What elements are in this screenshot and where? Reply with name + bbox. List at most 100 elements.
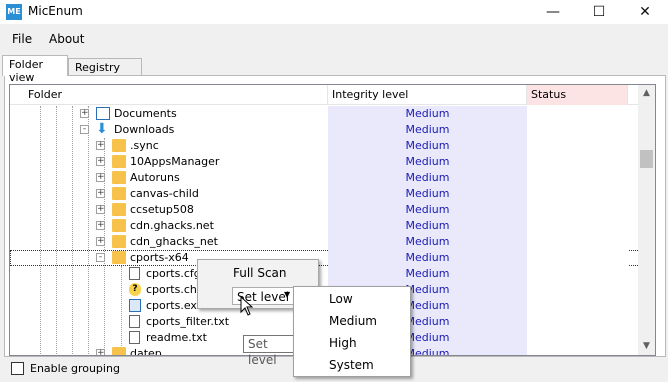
tree-row[interactable]: + cdn.ghacks.net Medium	[10, 218, 640, 234]
tab-strip: Folder view Registry view	[0, 54, 668, 87]
mouse-pointer-icon	[240, 296, 254, 316]
chevron-down-icon: ▼	[284, 290, 291, 299]
row-name: canvas-child	[130, 187, 199, 200]
folder-icon	[112, 139, 126, 152]
tree-row[interactable]: + ccsetup508 Medium	[10, 202, 640, 218]
row-name: readme.txt	[146, 331, 207, 344]
menu-bar: File About	[0, 26, 668, 52]
title-bar: ME MicEnum — ☐ ✕	[0, 0, 668, 24]
row-name: 10AppsManager	[130, 155, 220, 168]
tree-row[interactable]: + Autoruns Medium	[10, 170, 640, 186]
row-status	[527, 282, 628, 298]
row-status	[527, 202, 628, 218]
row-name: Downloads	[114, 123, 175, 136]
collapse-icon[interactable]: -	[96, 253, 105, 262]
row-name: ccsetup508	[130, 203, 194, 216]
row-status	[527, 154, 628, 170]
tab-folder-view[interactable]: Folder view	[2, 55, 68, 84]
row-name: datep	[130, 347, 162, 356]
text-file-icon	[129, 331, 140, 344]
tree-row[interactable]: + Documents Medium	[10, 106, 640, 122]
file-icon	[129, 267, 140, 280]
folder-icon	[112, 171, 126, 184]
folder-icon	[112, 219, 126, 232]
row-integrity: Medium	[328, 202, 527, 218]
expand-icon[interactable]: +	[96, 173, 105, 182]
folder-icon	[112, 155, 126, 168]
tree-row-selected[interactable]: - cports-x64 Medium	[10, 250, 640, 266]
close-icon[interactable]: ✕	[622, 0, 668, 24]
row-integrity: Medium	[328, 170, 527, 186]
exe-icon	[129, 299, 141, 312]
maximize-icon[interactable]: ☐	[576, 0, 622, 24]
row-status	[527, 298, 628, 314]
level-option-low[interactable]: Low	[329, 292, 353, 306]
folder-icon	[112, 251, 126, 264]
column-header: Folder Integrity level Status	[10, 85, 640, 105]
level-option-high[interactable]: High	[329, 336, 357, 350]
row-name: .sync	[130, 139, 159, 152]
scroll-up-icon[interactable]: ▲	[638, 85, 655, 102]
row-status	[527, 138, 628, 154]
expand-icon[interactable]: +	[96, 157, 105, 166]
text-file-icon	[129, 315, 140, 328]
menu-file[interactable]: File	[12, 32, 32, 46]
menu-item-full-scan[interactable]: Full Scan	[233, 266, 287, 280]
row-status	[527, 266, 628, 282]
level-option-medium[interactable]: Medium	[329, 314, 377, 328]
help-file-icon: ?	[129, 283, 141, 296]
collapse-icon[interactable]: -	[80, 125, 89, 134]
row-status	[527, 250, 628, 266]
folder-icon	[112, 187, 126, 200]
tree-row[interactable]: cports.cfg Medium	[10, 266, 640, 282]
expand-icon[interactable]: +	[96, 205, 105, 214]
scroll-thumb[interactable]	[640, 150, 653, 168]
scroll-down-icon[interactable]: ▼	[638, 338, 655, 355]
column-folder[interactable]: Folder	[24, 85, 328, 105]
enable-grouping-checkbox[interactable]	[11, 362, 24, 375]
column-integrity-level[interactable]: Integrity level	[328, 85, 527, 105]
expand-icon[interactable]: +	[96, 237, 105, 246]
row-name: cdn.ghacks.net	[130, 219, 214, 232]
tree-row[interactable]: - ⬇ Downloads Medium	[10, 122, 640, 138]
expand-icon[interactable]: +	[96, 221, 105, 230]
row-integrity: Medium	[328, 138, 527, 154]
tooltip: Set level	[243, 335, 295, 367]
row-name: Documents	[114, 107, 177, 120]
expand-icon[interactable]: +	[96, 141, 105, 150]
expand-icon[interactable]: +	[96, 349, 105, 355]
minimize-icon[interactable]: —	[530, 0, 576, 24]
tree-row[interactable]: + .sync Medium	[10, 138, 640, 154]
folder-icon	[112, 347, 126, 355]
row-name: cports_filter.txt	[146, 315, 230, 328]
row-status	[527, 330, 628, 346]
column-status[interactable]: Status	[527, 85, 628, 105]
document-icon	[96, 107, 110, 120]
row-status	[527, 170, 628, 186]
row-integrity: Medium	[328, 266, 527, 282]
row-status	[527, 234, 628, 250]
tab-registry-view[interactable]: Registry view	[68, 58, 142, 87]
row-integrity: Medium	[328, 186, 527, 202]
row-name: cports.cfg	[146, 267, 201, 280]
vertical-scrollbar[interactable]: ▲ ▼	[638, 85, 655, 355]
row-status	[527, 218, 628, 234]
tree-row[interactable]: + 10AppsManager Medium	[10, 154, 640, 170]
tree-row[interactable]: + canvas-child Medium	[10, 186, 640, 202]
row-integrity: Medium	[328, 234, 527, 250]
row-integrity: Medium	[328, 122, 527, 138]
app-icon: ME	[6, 4, 22, 20]
row-integrity: Medium	[328, 218, 527, 234]
row-status	[527, 346, 628, 355]
tree-row[interactable]: + cdn_ghacks_net Medium	[10, 234, 640, 250]
expand-icon[interactable]: +	[80, 109, 89, 118]
row-integrity: Medium	[328, 154, 527, 170]
row-name: cdn_ghacks_net	[130, 235, 218, 248]
window-title: MicEnum	[28, 4, 83, 18]
row-status	[527, 122, 628, 138]
expand-icon[interactable]: +	[96, 189, 105, 198]
row-name: Autoruns	[130, 171, 180, 184]
menu-about[interactable]: About	[49, 32, 84, 46]
row-status	[527, 186, 628, 202]
level-option-system[interactable]: System	[329, 358, 374, 372]
